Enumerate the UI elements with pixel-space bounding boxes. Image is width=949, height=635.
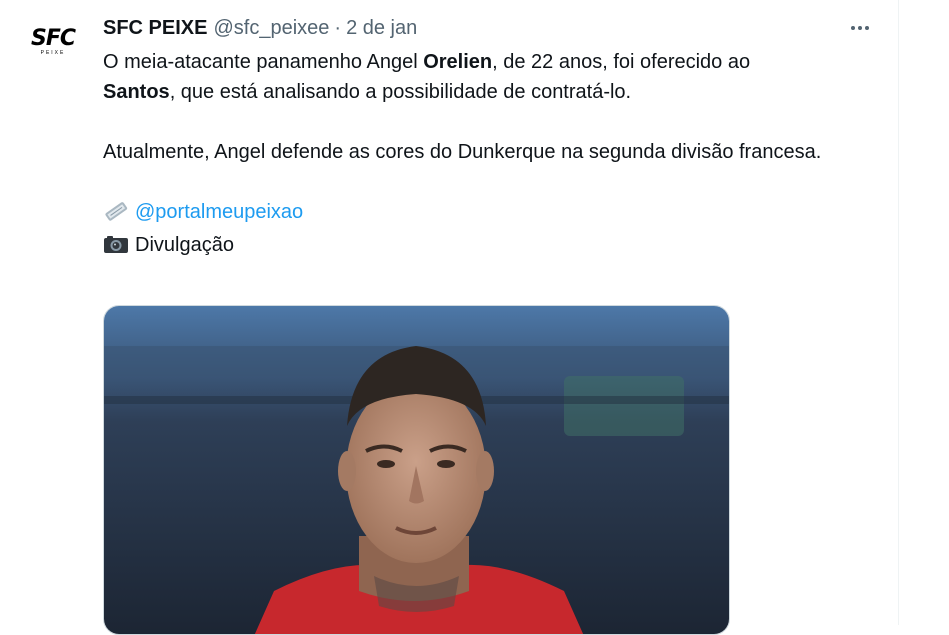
mention-link[interactable]: @portalmeupeixao [135, 201, 303, 223]
author-name[interactable]: SFC PEIXE [103, 17, 207, 40]
bold-club: Santos [103, 81, 170, 103]
credit-line: Divulgação [103, 230, 883, 263]
author-handle[interactable]: @sfc_peixee [213, 17, 329, 40]
bold-name: Orelien [423, 51, 493, 73]
divider [898, 0, 899, 625]
avatar[interactable]: SFC PEIXE [20, 22, 86, 62]
avatar-logo-subtext: PEIXE [40, 49, 66, 56]
tweet-text: O meia-atacante panamenho Angel Orelien,… [103, 47, 883, 263]
newspaper-icon [103, 200, 129, 230]
credit-text: Divulgação [135, 234, 234, 256]
tweet-header: SFC PEIXE @sfc_peixee · 2 de jan [103, 16, 417, 40]
paragraph-2: Atualmente, Angel defende as cores do Du… [103, 141, 822, 163]
tweet-media-photo[interactable] [103, 305, 730, 635]
text-line-1: O meia-atacante panamenho Angel Orelien,… [103, 47, 883, 77]
text-segment: , de 22 anos, foi oferecido ao [492, 51, 751, 73]
more-options-icon[interactable] [846, 17, 874, 39]
text-segment: , que está analisando a possibilidade de… [169, 81, 632, 103]
text-segment: O meia-atacante panamenho Angel [103, 51, 424, 73]
text-line-2: Santos, que está analisando a possibilid… [103, 77, 883, 107]
tweet-date[interactable]: 2 de jan [346, 17, 417, 40]
tweet-card[interactable]: SFC PEIXE SFC PEIXE @sfc_peixee · 2 de j… [0, 0, 900, 635]
camera-icon [103, 233, 129, 263]
mention-line: @portalmeupeixao [103, 197, 883, 230]
avatar-logo-text: SFC [30, 25, 76, 51]
separator-dot: · [334, 16, 342, 39]
